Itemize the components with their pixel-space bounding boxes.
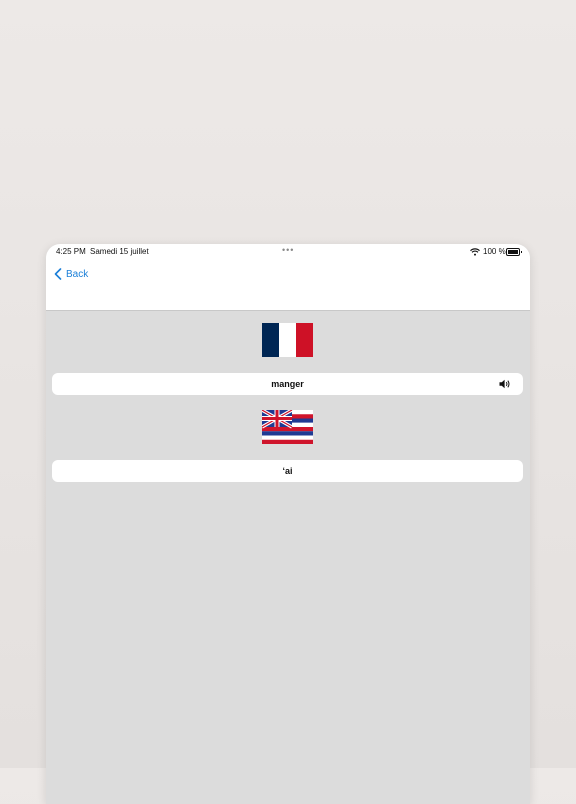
- status-date: Samedi 15 juillet: [90, 247, 149, 256]
- source-word-card: manger: [52, 373, 523, 395]
- target-word-card: ʻai: [52, 460, 523, 482]
- navigation-bar: 4:25 PM Samedi 15 juillet ••• 100 % Back: [46, 244, 530, 311]
- back-button[interactable]: Back: [54, 266, 88, 282]
- speaker-icon[interactable]: [499, 379, 511, 389]
- wifi-icon: [470, 248, 480, 256]
- hawaii-flag-icon: [262, 410, 313, 444]
- status-time: 4:25 PM: [56, 247, 86, 256]
- battery-percentage: 100 %: [483, 247, 506, 256]
- status-bar: 4:25 PM Samedi 15 juillet ••• 100 %: [46, 244, 530, 260]
- target-word: ʻai: [282, 466, 293, 476]
- source-word: manger: [271, 379, 304, 389]
- chevron-left-icon: [54, 268, 62, 280]
- back-label: Back: [66, 268, 89, 280]
- battery-icon: [506, 248, 522, 256]
- multitasking-icon[interactable]: •••: [282, 245, 294, 255]
- france-flag-icon: [262, 323, 313, 357]
- app-window: 4:25 PM Samedi 15 juillet ••• 100 % Back…: [46, 244, 530, 804]
